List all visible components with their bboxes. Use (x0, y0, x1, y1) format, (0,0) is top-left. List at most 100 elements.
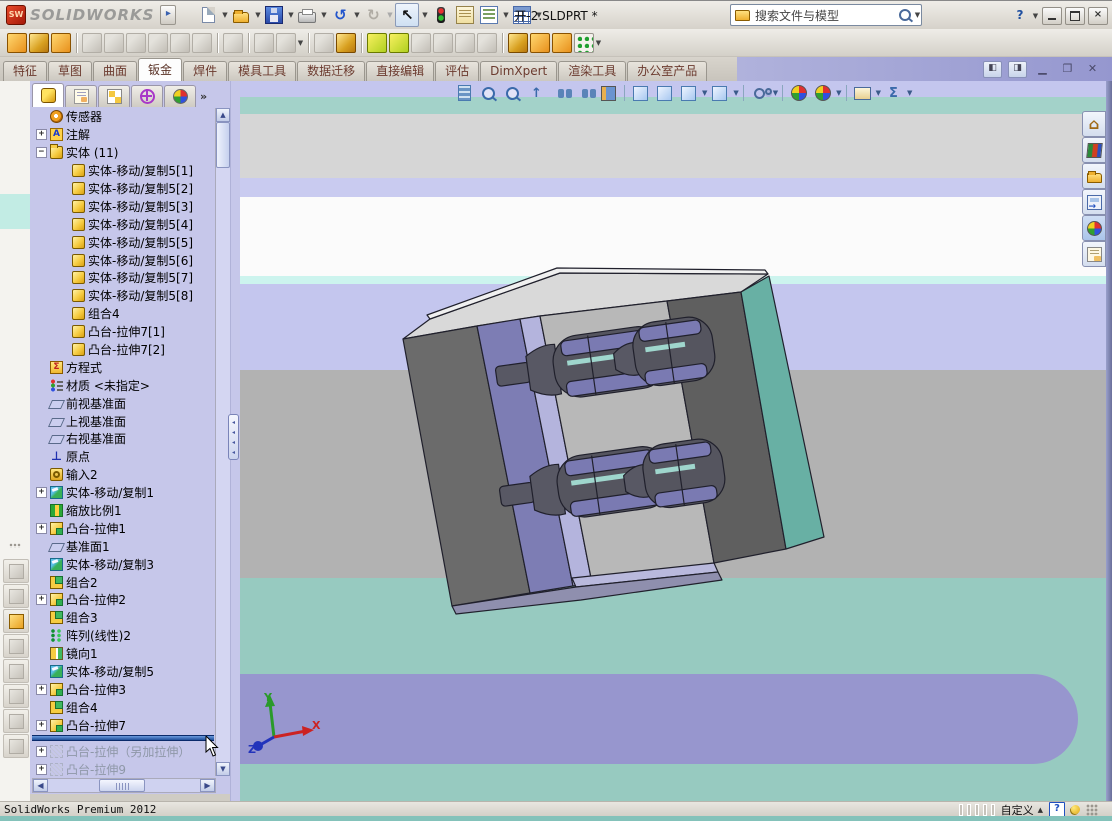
cross-break-icon[interactable] (192, 32, 212, 53)
show-display-style-button[interactable] (708, 84, 731, 103)
tab-渲染工具[interactable]: 渲染工具 (558, 61, 627, 81)
dropdown-arrow-sm-14[interactable]: ▼ (297, 32, 304, 54)
tree-item[interactable]: 实体-移动/复制5[5] (32, 233, 214, 251)
tree-item[interactable]: 实体-移动/复制5[3] (32, 197, 214, 215)
toolbar-button-redo[interactable]: ↻ (362, 4, 384, 26)
tree-item[interactable]: 凸台-拉伸7[2] (32, 341, 214, 359)
tree-item[interactable]: 右视基准面 (32, 430, 214, 448)
tree-expander[interactable]: + (36, 129, 47, 141)
tree-expander[interactable]: + (36, 522, 47, 534)
toolbar-button-new-file[interactable] (198, 4, 219, 26)
previous-view-button[interactable]: ↑ (525, 84, 548, 103)
dropdown-arrow-4[interactable]: ▼ (353, 4, 360, 26)
tree-item[interactable]: + 凸台-拉伸9 (32, 760, 214, 776)
display-state-button[interactable] (629, 84, 652, 103)
lock-note-button[interactable] (3, 684, 29, 708)
design-library-button[interactable] (1082, 137, 1106, 163)
dropdown-arrow-hu-19[interactable]: ▼ (907, 89, 912, 97)
quick-tips-help-icon[interactable]: ? (1049, 802, 1065, 817)
scroll-down-button[interactable]: ▼ (216, 762, 230, 776)
view-orientation-button[interactable] (677, 84, 700, 103)
tree-item[interactable]: 组合2 (32, 573, 214, 591)
edit-note-button[interactable] (3, 584, 29, 608)
tree-item[interactable]: 实体-移动/复制5[8] (32, 287, 214, 305)
horizontal-scroll-thumb[interactable] (99, 779, 145, 792)
linear-pattern-icon[interactable] (574, 32, 594, 53)
rollback-bar[interactable] (32, 735, 214, 742)
tree-item[interactable]: 实体-移动/复制3 (32, 555, 214, 573)
spell-check-button[interactable] (3, 659, 29, 683)
miter-flange-icon[interactable] (104, 32, 124, 53)
normal-to-button[interactable] (573, 84, 596, 103)
unfold-icon[interactable] (314, 32, 334, 53)
tree-item[interactable]: − 实体 (11) (32, 144, 214, 162)
next-window-button[interactable]: ◨ (1008, 60, 1027, 78)
dropdown-arrow-5[interactable]: ▼ (386, 4, 393, 26)
tree-item[interactable]: 材质 <未指定> (32, 376, 214, 394)
tree-item[interactable]: 镜向1 (32, 645, 214, 663)
sketched-bend-icon[interactable] (170, 32, 190, 53)
extruded-boss-icon[interactable] (367, 32, 387, 53)
tree-item[interactable]: 缩放比例1 (32, 502, 214, 520)
vertical-scroll-thumb[interactable] (216, 122, 230, 168)
search-dropdown-arrow[interactable]: ▼ (914, 4, 921, 26)
display-style-button[interactable] (653, 84, 676, 103)
help-button[interactable]: ? (1011, 8, 1029, 24)
vent-icon[interactable] (455, 32, 475, 53)
solidworks-resources-button[interactable]: ⌂ (1082, 111, 1106, 137)
tree-item[interactable]: + 凸台-拉伸1 (32, 519, 214, 537)
picture-button[interactable] (3, 709, 29, 733)
tree-item[interactable]: + 凸台-拉伸2 (32, 591, 214, 609)
appearances-scenes-button[interactable] (1082, 215, 1106, 241)
tab-数据迁移[interactable]: 数据迁移 (297, 61, 366, 81)
insert-chart-button[interactable] (3, 634, 29, 658)
dropdown-arrow-0[interactable]: ▼ (221, 4, 228, 26)
tree-item[interactable]: + 凸台-拉伸7 (32, 716, 214, 734)
hide-show-items-button[interactable] (748, 84, 772, 103)
doc-close-button[interactable]: ✕ (1083, 61, 1102, 78)
tab-评估[interactable]: 评估 (435, 61, 480, 81)
file-explorer-button[interactable] (1082, 163, 1106, 189)
look-at-button[interactable] (549, 84, 572, 103)
dropdown-arrow-1[interactable]: ▼ (254, 4, 261, 26)
featuremanager-tree-tab[interactable] (32, 83, 64, 107)
tree-expander[interactable]: + (36, 683, 47, 695)
propertymanager-tab[interactable] (65, 85, 97, 107)
jog-icon[interactable] (148, 32, 168, 53)
zoom-to-fit-button[interactable] (477, 84, 500, 103)
view-settings-button[interactable] (851, 84, 874, 103)
tree-expander[interactable]: − (36, 147, 47, 159)
dropdown-arrow-9[interactable]: ▼ (502, 4, 509, 26)
toolbar-button-options[interactable] (478, 4, 500, 26)
forming-tool-icon[interactable] (336, 32, 356, 53)
tree-item[interactable]: 基准面1 (32, 537, 214, 555)
dropdown-arrow-hu-16[interactable]: ▼ (836, 89, 841, 97)
whole-view-button[interactable] (453, 84, 476, 103)
tree-item[interactable]: + 实体-移动/复制1 (32, 484, 214, 502)
displaymanager-tab[interactable] (164, 85, 196, 107)
dropdown-arrow-hu-11[interactable]: ▼ (733, 89, 738, 97)
tab-办公室产品[interactable]: 办公室产品 (627, 61, 708, 81)
scroll-up-button[interactable]: ▲ (216, 108, 230, 122)
dropdown-arrow-hu-18[interactable]: ▼ (876, 89, 881, 97)
doc-minimize-button[interactable]: ▁ (1033, 61, 1052, 78)
doc-restore-button[interactable]: ❐ (1058, 61, 1077, 78)
toolbar-button-save[interactable] (263, 4, 285, 26)
simple-hole-icon[interactable] (254, 32, 274, 53)
tree-item[interactable]: 组合4 (32, 305, 214, 323)
configurationmanager-tab[interactable] (98, 85, 130, 107)
toolbar-button-table[interactable] (511, 4, 533, 26)
tree-item[interactable]: 实体-移动/复制5[7] (32, 269, 214, 287)
base-flange-icon[interactable] (7, 32, 27, 53)
edit-appearance-button[interactable] (811, 84, 834, 103)
view-palette-button[interactable] (1082, 189, 1106, 215)
new-note-button[interactable] (3, 559, 29, 583)
tree-item[interactable]: 组合3 (32, 609, 214, 627)
help-dropdown-arrow[interactable]: ▼ (1032, 5, 1039, 27)
graphics-viewport[interactable]: ↑ ▼ ▼ ▼ ▼ ▼ Σ ▼ Y X Z (240, 81, 1106, 801)
toolbar-drag-handle[interactable] (9, 543, 21, 548)
open-note-folder-button[interactable] (3, 609, 29, 633)
annotation-tool-button[interactable] (3, 734, 29, 758)
tree-expander[interactable]: + (36, 763, 47, 775)
dimxpertmanager-tab[interactable] (131, 85, 163, 107)
